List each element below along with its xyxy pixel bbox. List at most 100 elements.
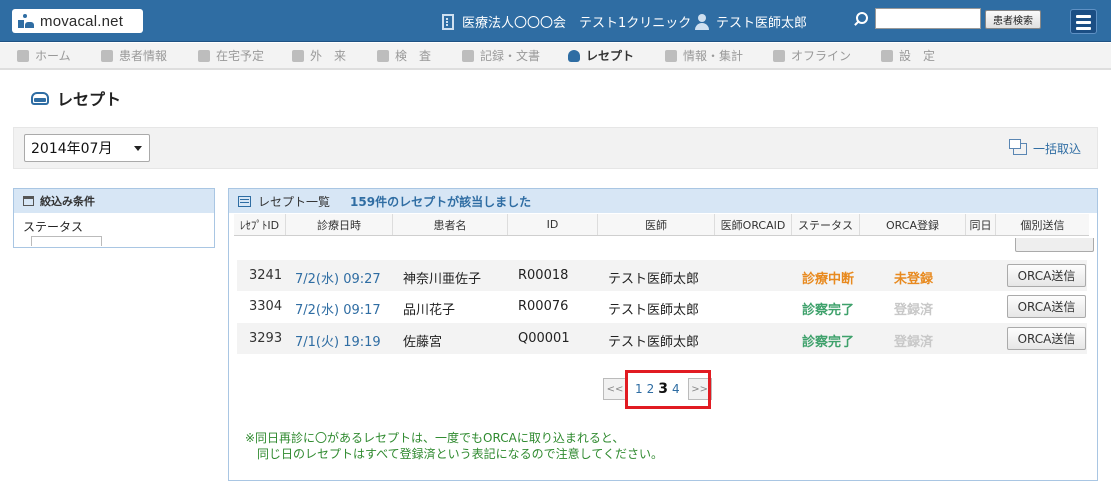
orca-send-button[interactable]: ORCA送信 xyxy=(1007,327,1086,350)
chart-icon xyxy=(377,49,389,62)
table-row[interactable]: 3293 7/1(火) 19:19 佐藤宮 Q00001 テスト医師太郎 診察完… xyxy=(237,323,1087,354)
status-filter-select[interactable] xyxy=(31,236,102,246)
doctor-name: テスト医師太郎 xyxy=(608,303,700,318)
col-same-day[interactable]: 同日 xyxy=(966,214,996,235)
col-doctor[interactable]: 医師 xyxy=(598,214,715,235)
month-value: 2014年07月 xyxy=(31,141,113,157)
patient-id: R00076 xyxy=(518,299,569,314)
logo[interactable]: movacal.net xyxy=(12,9,143,33)
month-select[interactable]: 2014年07月 xyxy=(24,134,150,162)
bulk-import-link[interactable]: 一括取込 xyxy=(1008,138,1081,157)
col-orca-registration[interactable]: ORCA登録 xyxy=(860,214,966,235)
table-header: ﾚｾﾌﾟﾄID 診療日時 患者名 ID 医師 医師ORCAID ステータス OR… xyxy=(234,214,1089,236)
plane-icon xyxy=(773,49,785,62)
clinic-label: 医療法人〇〇〇会 テスト1クリニック xyxy=(462,16,692,31)
nav-label: オフライン xyxy=(791,49,852,63)
caret-down-icon xyxy=(134,146,142,151)
col-visit-datetime[interactable]: 診療日時 xyxy=(286,214,393,235)
patient-name: 品川花子 xyxy=(403,303,456,318)
orca-send-button[interactable]: ORCA送信 xyxy=(1007,264,1086,287)
menu-line-icon xyxy=(1076,15,1091,18)
nav-label: 記録・文書 xyxy=(480,49,541,63)
receipt-id: 3241 xyxy=(249,268,283,283)
clinic-icon xyxy=(292,49,304,62)
page-title: レセプト xyxy=(31,86,121,110)
nav-settings[interactable]: 設 定 xyxy=(881,43,935,68)
nav-home-visit-schedule[interactable]: 在宅予定 xyxy=(198,43,264,68)
hamburger-menu-button[interactable] xyxy=(1070,9,1097,34)
bulk-import-label: 一括取込 xyxy=(1032,142,1081,156)
people-icon xyxy=(101,49,113,62)
visit-datetime[interactable]: 7/2(水) 09:27 xyxy=(295,268,381,287)
filter-title: 絞込み条件 xyxy=(40,195,95,208)
patient-name: 神奈川亜佐子 xyxy=(403,272,482,287)
logo-icon xyxy=(18,14,34,28)
col-status[interactable]: ステータス xyxy=(792,214,860,235)
page-title-text: レセプト xyxy=(57,90,122,109)
top-bar: movacal.net 医療法人〇〇〇会 テスト1クリニック テスト医師太郎 患… xyxy=(0,0,1111,42)
nav-label: 外 来 xyxy=(310,49,347,63)
filter-header: 絞込み条件 xyxy=(14,189,214,213)
note-line-1: ※同日再診に〇があるレセプトは、一度でもORCAに取り込まれると、 xyxy=(245,431,625,445)
nav-info-statistics[interactable]: 情報・集計 xyxy=(665,43,743,68)
nav-examination[interactable]: 検 査 xyxy=(377,43,431,68)
col-doctor-orcaid[interactable]: 医師ORCAID xyxy=(715,214,792,235)
receipt-id: 3304 xyxy=(249,299,283,314)
patient-id: R00018 xyxy=(518,268,569,283)
note-text: ※同日再診に〇があるレセプトは、一度でもORCAに取り込まれると、 同じ日のレセ… xyxy=(245,430,663,462)
prev-page-button[interactable]: << xyxy=(603,378,627,400)
search-icon xyxy=(853,12,868,26)
orca-send-button-partial[interactable] xyxy=(1015,238,1094,252)
nav-label: 検 査 xyxy=(395,49,432,63)
windows-icon xyxy=(1008,138,1027,155)
nav-label: 情報・集計 xyxy=(683,49,744,63)
tray-icon xyxy=(568,49,580,62)
list-icon xyxy=(238,195,251,207)
briefcase-icon xyxy=(23,196,34,206)
orca-status: 登録済 xyxy=(894,335,934,350)
col-patient-id[interactable]: ID xyxy=(508,214,598,235)
nav-label: 設 定 xyxy=(899,49,936,63)
nav-receipt[interactable]: レセプト xyxy=(568,43,634,68)
month-bar: 2014年07月 一括取込 xyxy=(13,127,1098,169)
visit-datetime[interactable]: 7/2(水) 09:17 xyxy=(295,299,381,318)
building-icon xyxy=(442,13,454,30)
nav-outpatient[interactable]: 外 来 xyxy=(292,43,346,68)
user-name[interactable]: テスト医師太郎 xyxy=(694,12,807,31)
status-badge: 診察完了 xyxy=(802,303,855,318)
logo-text: movacal.net xyxy=(40,12,124,30)
menu-line-icon xyxy=(1076,21,1091,24)
table-row[interactable]: 3304 7/2(水) 09:17 品川花子 R00076 テスト医師太郎 診察… xyxy=(237,291,1087,322)
patient-search-input[interactable] xyxy=(875,8,981,29)
doctor-name: テスト医師太郎 xyxy=(608,335,700,350)
col-receipt-id[interactable]: ﾚｾﾌﾟﾄID xyxy=(234,214,286,235)
nav-home[interactable]: ホーム xyxy=(17,43,71,68)
note-line-2: 同じ日のレセプトはすべて登録済という表記になるので注意してください。 xyxy=(257,447,663,461)
visit-datetime[interactable]: 7/1(火) 19:19 xyxy=(295,331,381,350)
status-filter-label: ステータス xyxy=(23,220,84,234)
nav-label: ホーム xyxy=(35,49,71,63)
user-icon xyxy=(694,13,710,30)
table-row[interactable]: 3241 7/2(水) 09:27 神奈川亜佐子 R00018 テスト医師太郎 … xyxy=(237,260,1087,291)
nav-label: 患者情報 xyxy=(119,49,168,63)
nav-patient-info[interactable]: 患者情報 xyxy=(101,43,167,68)
patient-id: Q00001 xyxy=(518,331,570,346)
doctor-name: テスト医師太郎 xyxy=(608,272,700,287)
orca-send-button[interactable]: ORCA送信 xyxy=(1007,295,1086,318)
status-badge: 診療中断 xyxy=(802,272,855,287)
list-header: レセプト一覧 159件のレセプトが該当しました xyxy=(229,189,1097,213)
patient-name: 佐藤宮 xyxy=(403,335,443,350)
receipt-id: 3293 xyxy=(249,331,283,346)
orca-status: 未登録 xyxy=(894,272,934,287)
nav-label: 在宅予定 xyxy=(216,49,265,63)
nav-offline[interactable]: オフライン xyxy=(773,43,851,68)
monitor-icon xyxy=(665,49,677,62)
patient-search-button[interactable]: 患者検索 xyxy=(985,10,1041,29)
wrench-icon xyxy=(881,49,893,62)
list-title: レセプト一覧 xyxy=(258,194,331,209)
col-individual-send[interactable]: 個別送信 xyxy=(996,214,1089,235)
col-patient-name[interactable]: 患者名 xyxy=(393,214,508,235)
user-label: テスト医師太郎 xyxy=(716,16,808,31)
document-icon xyxy=(462,49,474,62)
nav-records-documents[interactable]: 記録・文書 xyxy=(462,43,540,68)
